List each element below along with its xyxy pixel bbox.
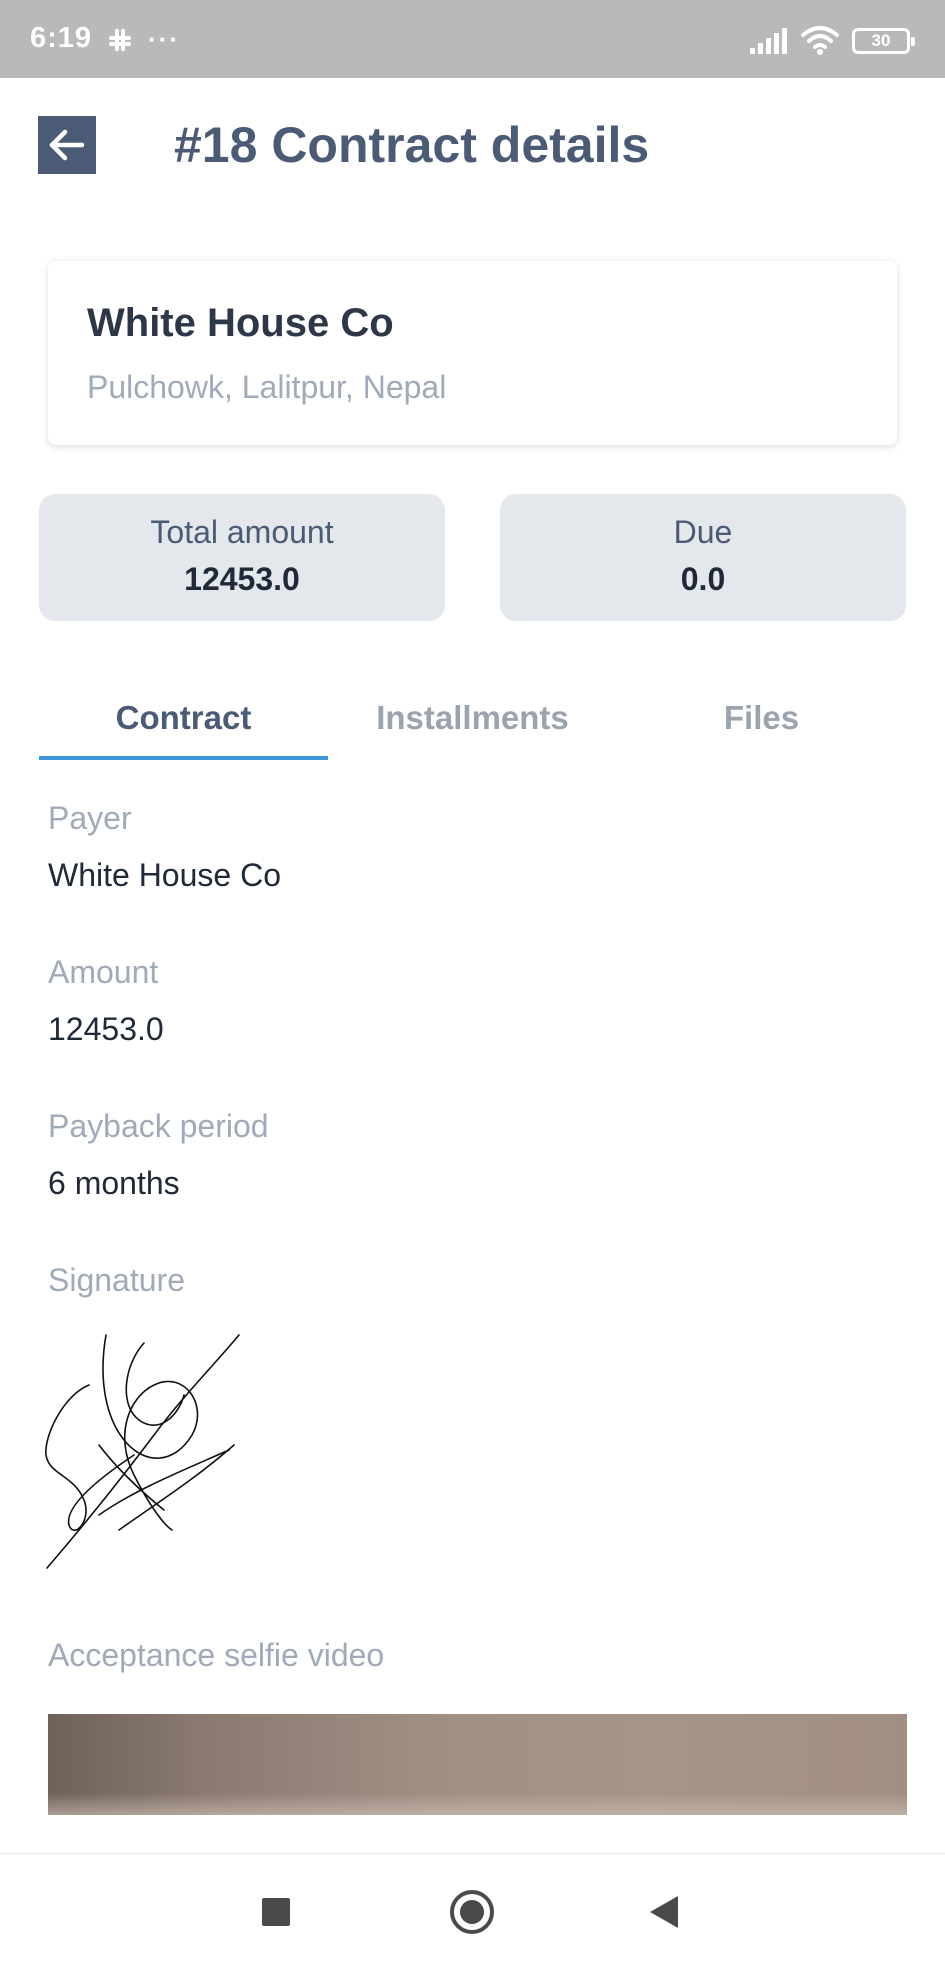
arrow-left-icon [49, 129, 85, 161]
back-button[interactable] [38, 116, 96, 174]
active-tab-indicator [39, 756, 328, 760]
due-label: Due [673, 514, 733, 550]
status-bar: 6:19 ··· 30 [0, 0, 945, 78]
slack-icon [109, 29, 131, 51]
tab-files[interactable]: Files [617, 680, 906, 760]
payback-period-value: 6 months [48, 1165, 180, 1201]
total-amount-label: Total amount [150, 514, 334, 550]
signal-icon [750, 28, 787, 54]
system-nav-bar [0, 1853, 945, 1967]
amount-label: Amount [48, 954, 159, 990]
battery-icon: 30 [852, 28, 915, 54]
payer-label: Payer [48, 800, 132, 836]
total-amount-value: 12453.0 [184, 561, 300, 597]
company-card: White House Co Pulchowk, Lalitpur, Nepal [48, 261, 897, 445]
tab-contract[interactable]: Contract [39, 680, 328, 760]
company-address: Pulchowk, Lalitpur, Nepal [87, 369, 447, 405]
company-name: White House Co [87, 301, 394, 345]
due-box: Due 0.0 [500, 494, 906, 621]
payer-value: White House Co [48, 857, 281, 893]
home-circle-icon[interactable] [450, 1890, 494, 1934]
amount-value: 12453.0 [48, 1011, 164, 1047]
recents-square-icon[interactable] [262, 1898, 290, 1926]
tab-installments[interactable]: Installments [328, 680, 617, 760]
header: #18 Contract details [0, 78, 945, 212]
selfie-video-thumbnail[interactable] [48, 1714, 907, 1815]
tab-bar: Contract Installments Files [39, 680, 906, 760]
total-amount-box: Total amount 12453.0 [39, 494, 445, 621]
status-time: 6:19 [30, 22, 93, 54]
signature-label: Signature [48, 1262, 185, 1298]
back-triangle-icon[interactable] [650, 1896, 678, 1928]
payback-period-label: Payback period [48, 1108, 269, 1144]
due-value: 0.0 [680, 561, 726, 597]
more-dots-icon: ··· [148, 24, 180, 54]
selfie-video-label: Acceptance selfie video [48, 1637, 385, 1673]
wifi-icon [801, 26, 839, 55]
signature-image [45, 1334, 240, 1569]
page-title: #18 Contract details [174, 117, 650, 173]
